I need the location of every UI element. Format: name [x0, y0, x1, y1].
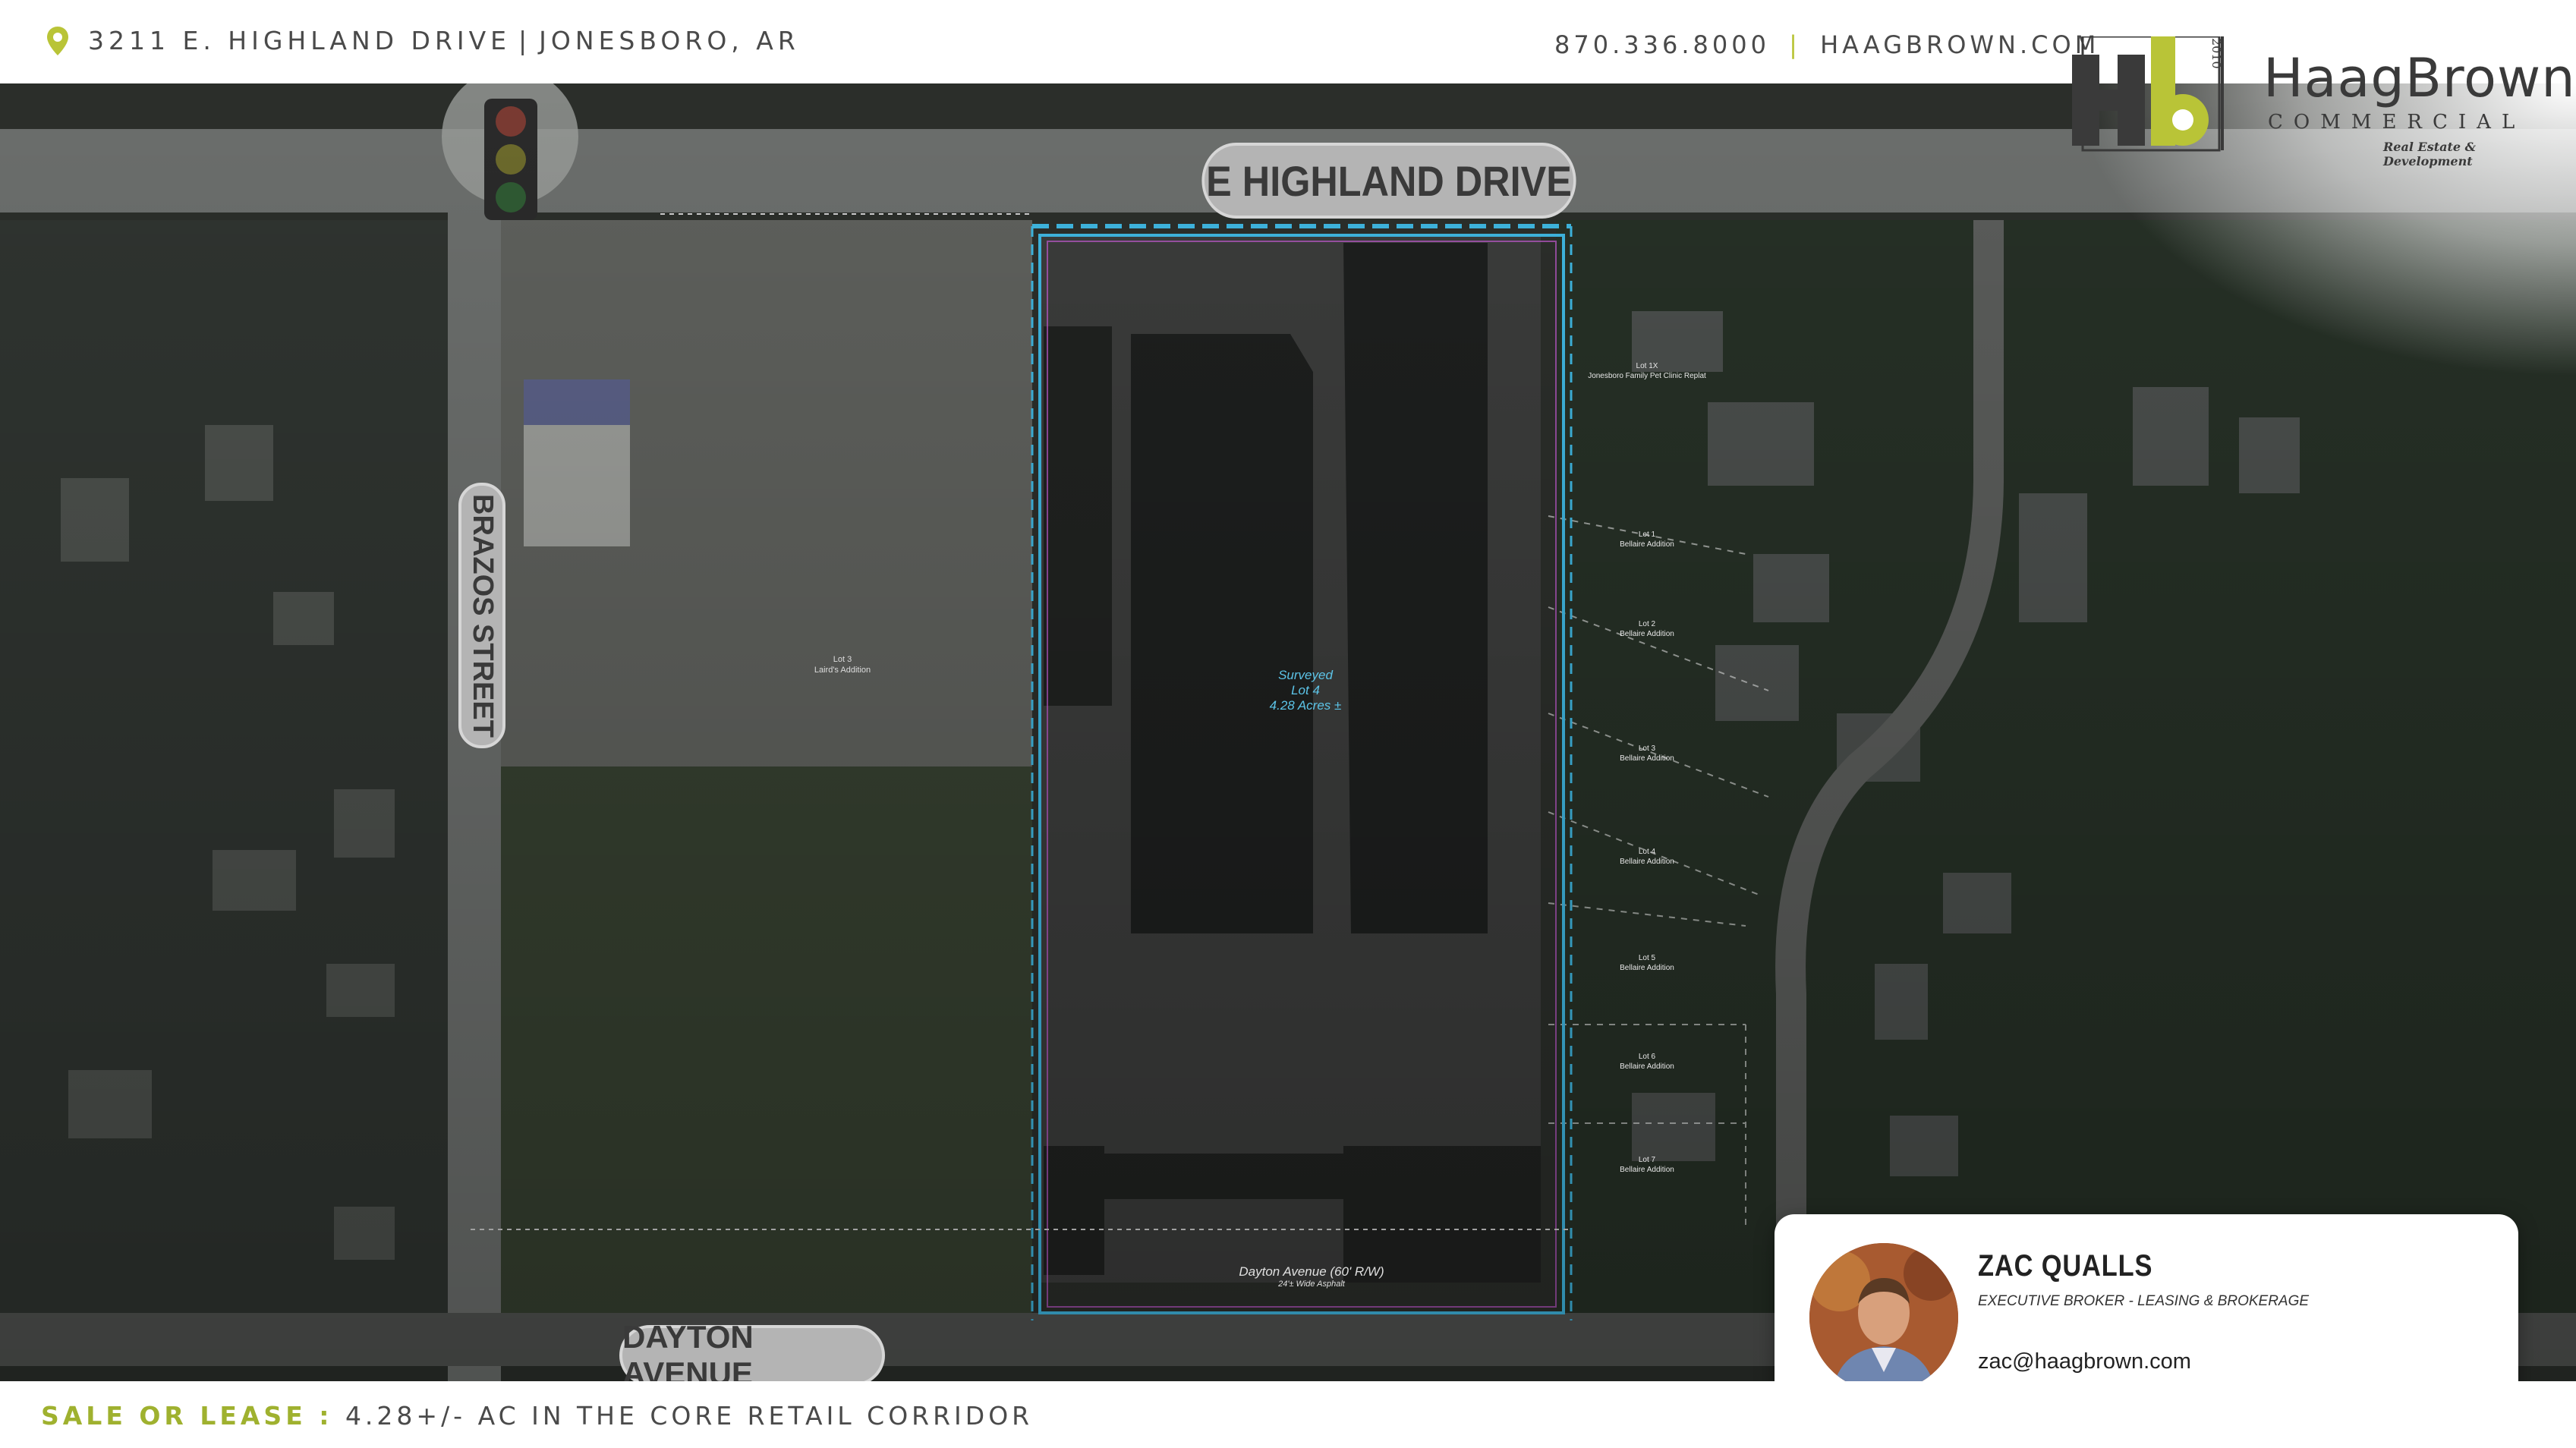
- aerial-map: E HIGHLAND DRIVE BRAZOS STREET DAYTON AV…: [0, 83, 2576, 1381]
- east-lot-addition: Bellaire Addition: [1620, 858, 1674, 866]
- east-lot-number: Lot 1X: [1636, 362, 1658, 370]
- brand-sub: COMMERCIAL: [2268, 111, 2526, 134]
- plat-street-sub: 24'± Wide Asphalt: [1278, 1280, 1345, 1289]
- header-phone[interactable]: 870.336.8000: [1554, 30, 1770, 59]
- east-lot-addition: Bellaire Addition: [1620, 1166, 1674, 1174]
- east-lot-addition: Bellaire Addition: [1620, 630, 1674, 638]
- east-lot-addition: Bellaire Addition: [1620, 754, 1674, 763]
- street-label-brazos-text: BRAZOS STREET: [466, 493, 499, 738]
- footer-bar: SALE OR LEASE : 4.28+/- AC IN THE CORE R…: [0, 1381, 2576, 1448]
- east-lot-label: Lot 6 Bellaire Addition: [1579, 1052, 1715, 1072]
- east-lot-addition: Bellaire Addition: [1620, 964, 1674, 972]
- broker-card: ZAC QUALLS EXECUTIVE BROKER - LEASING & …: [1775, 1214, 2518, 1407]
- west-lot-label: Lot 3 Laird's Addition: [789, 654, 896, 675]
- surveyed-lot-line1: Surveyed: [1278, 668, 1333, 682]
- footer-description: 4.28+/- AC IN THE CORE RETAIL CORRIDOR: [345, 1401, 1034, 1431]
- east-lot-label: Lot 5 Bellaire Addition: [1579, 953, 1715, 973]
- broker-name: ZAC QUALLS: [1978, 1249, 2153, 1283]
- brand-name: HaagBrown: [2263, 47, 2576, 109]
- east-lot-number: Lot 4: [1638, 848, 1656, 856]
- east-lot-number: Lot 2: [1638, 620, 1656, 628]
- east-lot-addition: Bellaire Addition: [1620, 540, 1674, 549]
- header-website[interactable]: HAAGBROWN.COM: [1820, 30, 2099, 59]
- east-lot-addition: Bellaire Addition: [1620, 1062, 1674, 1071]
- map-drawing: [0, 83, 2576, 1381]
- street-label-brazos: BRAZOS STREET: [458, 483, 505, 748]
- broker-email[interactable]: zac@haagbrown.com: [1978, 1349, 2191, 1374]
- brand-year: 2010: [2209, 38, 2224, 69]
- broker-avatar: [1809, 1243, 1958, 1392]
- east-lot-addition: Jonesboro Family Pet Clinic Replat: [1588, 372, 1706, 380]
- footer-headline: SALE OR LEASE : 4.28+/- AC IN THE CORE R…: [41, 1401, 1033, 1431]
- west-lot-line2: Laird's Addition: [814, 666, 871, 675]
- east-lot-number: Lot 3: [1638, 744, 1656, 753]
- west-lot-line1: Lot 3: [833, 655, 852, 664]
- surveyed-lot-line3: 4.28 Acres ±: [1269, 698, 1342, 713]
- east-lot-number: Lot 5: [1638, 954, 1656, 962]
- street-label-highland-text: E HIGHLAND DRIVE: [1206, 156, 1572, 205]
- brand-tagline: Real Estate & Development: [2383, 140, 2477, 168]
- address-divider: |: [518, 26, 532, 55]
- haagbrown-logo: 2010 HaagBrown COMMERCIAL Real Estate & …: [2064, 8, 2575, 168]
- east-lot-number: Lot 7: [1638, 1156, 1656, 1164]
- street-label-highland: E HIGHLAND DRIVE: [1201, 143, 1576, 219]
- east-lot-label: Lot 4 Bellaire Addition: [1579, 847, 1715, 867]
- address-street: 3211 E. HIGHLAND DRIVE: [88, 26, 512, 55]
- east-lot-label: Lot 3 Bellaire Addition: [1579, 744, 1715, 763]
- east-lot-label: Lot 7 Bellaire Addition: [1579, 1155, 1715, 1175]
- header-contact: 870.336.8000 | HAAGBROWN.COM: [1554, 30, 2099, 59]
- address-city: JONESBORO, AR: [539, 26, 800, 55]
- surveyed-lot-line2: Lot 4: [1291, 683, 1320, 697]
- hb-logo-mark-icon: [2072, 36, 2224, 152]
- street-label-dayton: DAYTON AVENUE: [619, 1319, 885, 1381]
- location-pin-icon: [47, 26, 68, 55]
- plat-street-label: Dayton Avenue (60' R/W) 24'± Wide Asphal…: [1205, 1264, 1418, 1289]
- footer-colon: :: [306, 1401, 345, 1431]
- east-lot-label: Lot 1X Jonesboro Family Pet Clinic Repla…: [1579, 361, 1715, 381]
- street-label-dayton-text: DAYTON AVENUE: [622, 1319, 754, 1381]
- east-lot-number: Lot 1: [1638, 530, 1656, 539]
- broker-photo-icon: [1809, 1243, 1958, 1392]
- plat-street-name: Dayton Avenue (60' R/W): [1239, 1264, 1384, 1279]
- east-lot-number: Lot 6: [1638, 1053, 1656, 1061]
- east-lot-label: Lot 1 Bellaire Addition: [1579, 530, 1715, 549]
- broker-title: EXECUTIVE BROKER - LEASING & BROKERAGE: [1978, 1293, 2310, 1309]
- property-address: 3211 E. HIGHLAND DRIVE | JONESBORO, AR: [47, 26, 800, 55]
- surveyed-lot-label: Surveyed Lot 4 4.28 Acres ±: [1245, 668, 1366, 713]
- header-divider: |: [1789, 30, 1801, 59]
- east-lot-label: Lot 2 Bellaire Addition: [1579, 619, 1715, 639]
- footer-label: SALE OR LEASE: [41, 1401, 307, 1431]
